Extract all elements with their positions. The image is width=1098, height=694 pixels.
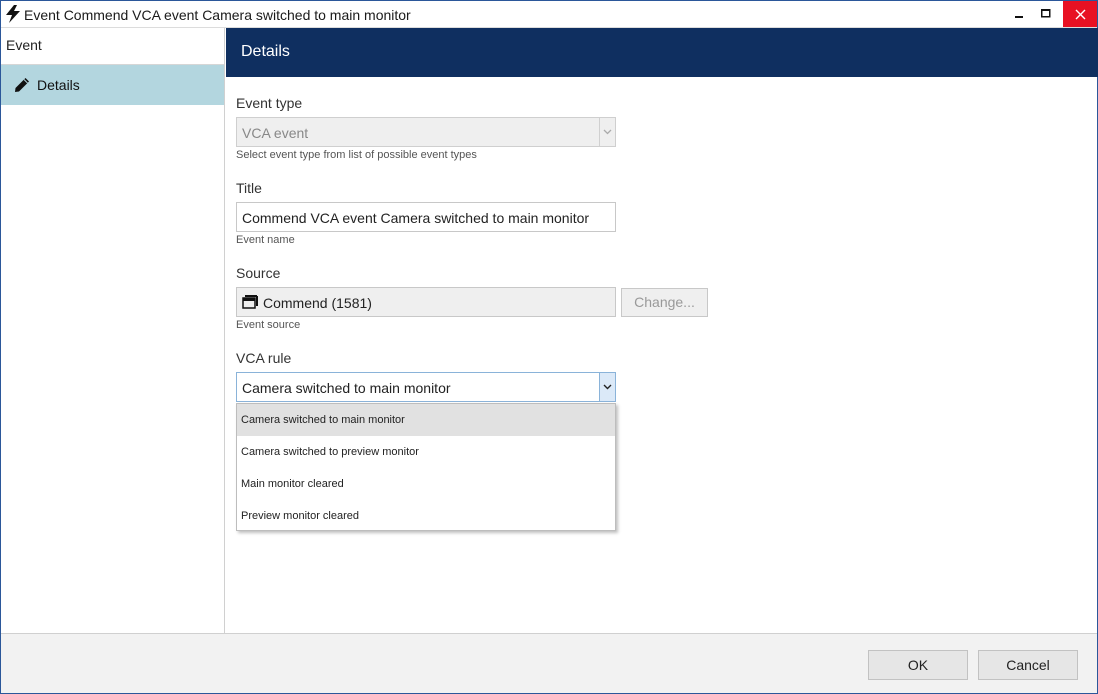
- vca-rule-option[interactable]: Preview monitor cleared: [237, 500, 615, 532]
- title-hint: Event name: [236, 234, 295, 246]
- close-icon: [1075, 9, 1085, 19]
- vca-rule-option-label: Camera switched to main monitor: [241, 414, 405, 426]
- vca-rule-option-label: Camera switched to preview monitor: [241, 446, 419, 458]
- sidebar-header-label: Event: [6, 37, 42, 53]
- vca-rule-select[interactable]: Camera switched to main monitor: [236, 372, 616, 402]
- title-label: Title: [236, 180, 262, 196]
- event-type-value: VCA event: [242, 125, 309, 141]
- pencil-icon: [15, 78, 29, 92]
- change-source-button[interactable]: Change...: [621, 288, 708, 317]
- camera-monitor-icon: [242, 295, 258, 309]
- title-bar: Event Commend VCA event Camera switched …: [1, 1, 1097, 28]
- sidebar: Event Details: [1, 28, 225, 633]
- title-value: Commend VCA event Camera switched to mai…: [242, 210, 590, 226]
- vca-rule-dropdown-list: Camera switched to main monitor Camera s…: [236, 403, 616, 531]
- details-header: Details: [226, 28, 1098, 77]
- vca-rule-value: Camera switched to main monitor: [242, 380, 451, 396]
- event-type-select[interactable]: VCA event: [236, 117, 616, 147]
- event-type-dropdown-button[interactable]: [599, 118, 615, 146]
- sidebar-header: Event: [1, 28, 224, 65]
- vca-rule-dropdown-button[interactable]: [599, 373, 615, 401]
- sidebar-item-label: Details: [37, 77, 80, 93]
- vca-rule-option-label: Main monitor cleared: [241, 478, 344, 490]
- window-title: Event Commend VCA event Camera switched …: [24, 7, 411, 23]
- close-button[interactable]: [1063, 1, 1097, 27]
- details-header-title: Details: [241, 43, 290, 60]
- event-type-hint: Select event type from list of possible …: [236, 149, 477, 161]
- vca-rule-option[interactable]: Camera switched to main monitor: [237, 404, 615, 436]
- ok-button[interactable]: OK: [868, 650, 968, 680]
- source-field: Commend (1581): [236, 287, 616, 317]
- source-hint: Event source: [236, 319, 301, 331]
- cancel-button[interactable]: Cancel: [978, 650, 1078, 680]
- lightning-icon: [6, 5, 20, 23]
- vca-rule-label: VCA rule: [236, 350, 292, 366]
- minimize-icon: [1015, 16, 1023, 18]
- chevron-down-icon: [603, 384, 612, 390]
- vca-rule-option-label: Preview monitor cleared: [241, 510, 359, 522]
- chevron-down-icon: [603, 129, 612, 135]
- source-label: Source: [236, 265, 281, 281]
- vca-rule-option[interactable]: Main monitor cleared: [237, 468, 615, 500]
- maximize-icon: [1041, 9, 1051, 18]
- source-value: Commend (1581): [263, 295, 372, 311]
- sidebar-item-details[interactable]: Details: [1, 65, 224, 105]
- dialog-footer: OK Cancel: [1, 633, 1097, 693]
- maximize-button[interactable]: [1031, 1, 1061, 27]
- event-type-label: Event type: [236, 95, 303, 111]
- title-input[interactable]: Commend VCA event Camera switched to mai…: [236, 202, 616, 232]
- vca-rule-option[interactable]: Camera switched to preview monitor: [237, 436, 615, 468]
- event-dialog-window: Event Commend VCA event Camera switched …: [0, 0, 1098, 694]
